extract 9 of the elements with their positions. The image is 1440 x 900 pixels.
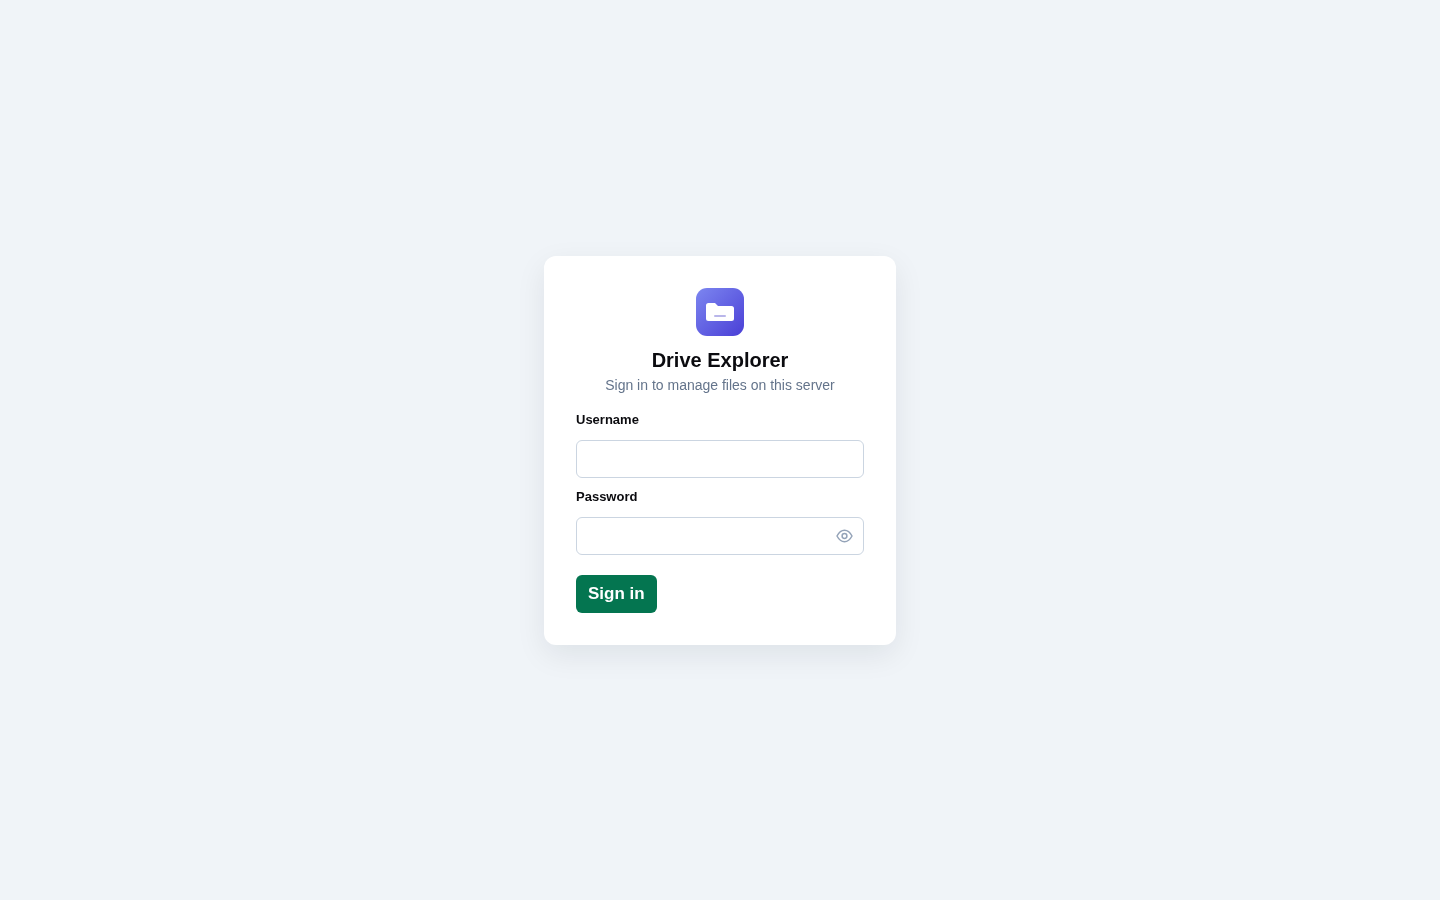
field-label: Username [576, 410, 640, 429]
sign-in-button[interactable]: Sign in [576, 574, 657, 613]
input-field[interactable] [576, 439, 864, 478]
folder-logo-icon [696, 287, 744, 336]
field-label: Password [576, 487, 639, 506]
input-field[interactable] [576, 516, 864, 555]
app-subtitle: Sign in to manage files on this server [604, 375, 836, 395]
app-title: Drive Explorer [650, 347, 790, 372]
eye-icon[interactable] [836, 528, 853, 543]
